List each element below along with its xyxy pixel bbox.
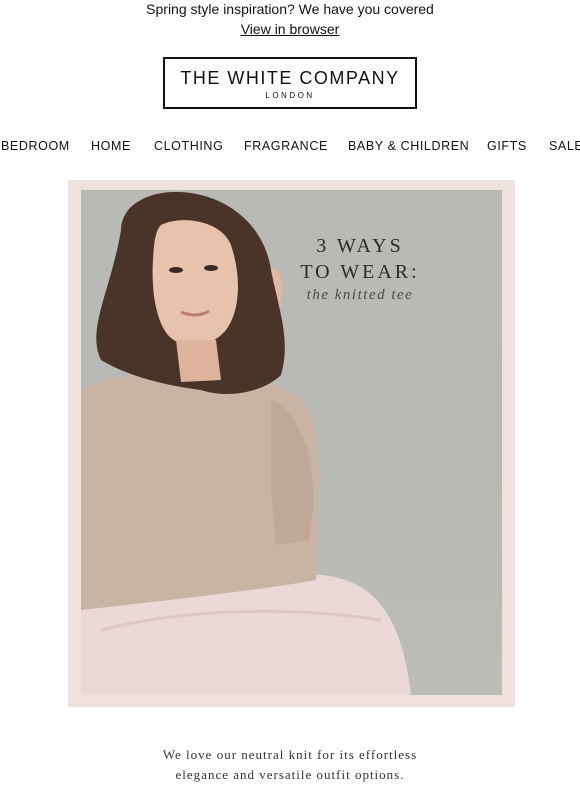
nav-item-fragrance[interactable]: FRAGRANCE bbox=[244, 139, 328, 153]
logo-subtitle: LONDON bbox=[265, 91, 315, 100]
nav-item-gifts[interactable]: GIFTS bbox=[487, 139, 527, 153]
intro-copy-line2: elegance and versatile outfit options. bbox=[175, 767, 405, 782]
nav-item-bedroom[interactable]: BEDROOM bbox=[1, 139, 70, 153]
hero-title-line1: 3 WAYS bbox=[316, 235, 404, 257]
hero-subtitle: the knitted tee bbox=[306, 287, 414, 303]
hero-title-line2: TO WEAR: bbox=[300, 261, 420, 283]
logo-wordmark: THE WHITE COMPANY bbox=[180, 68, 400, 88]
view-in-browser-link[interactable]: View in browser bbox=[0, 20, 580, 38]
nav-item-sale[interactable]: SALE bbox=[549, 139, 580, 153]
nav-item-baby-children[interactable]: BABY & CHILDREN bbox=[348, 139, 469, 153]
hero-title: 3 WAYS TO WEAR: the knitted tee bbox=[265, 233, 455, 304]
nav-item-clothing[interactable]: CLOTHING bbox=[154, 139, 223, 153]
nav-item-home[interactable]: HOME bbox=[91, 139, 131, 153]
main-nav: BEDROOM HOME CLOTHING FRAGRANCE BABY & C… bbox=[0, 139, 580, 155]
intro-copy: We love our neutral knit for its effortl… bbox=[0, 745, 580, 785]
preheader: Spring style inspiration? We have you co… bbox=[0, 0, 580, 38]
brand-logo[interactable]: THE WHITE COMPANY LONDON bbox=[163, 57, 417, 109]
intro-copy-line1: We love our neutral knit for its effortl… bbox=[162, 747, 418, 762]
preheader-text: Spring style inspiration? We have you co… bbox=[146, 1, 434, 17]
